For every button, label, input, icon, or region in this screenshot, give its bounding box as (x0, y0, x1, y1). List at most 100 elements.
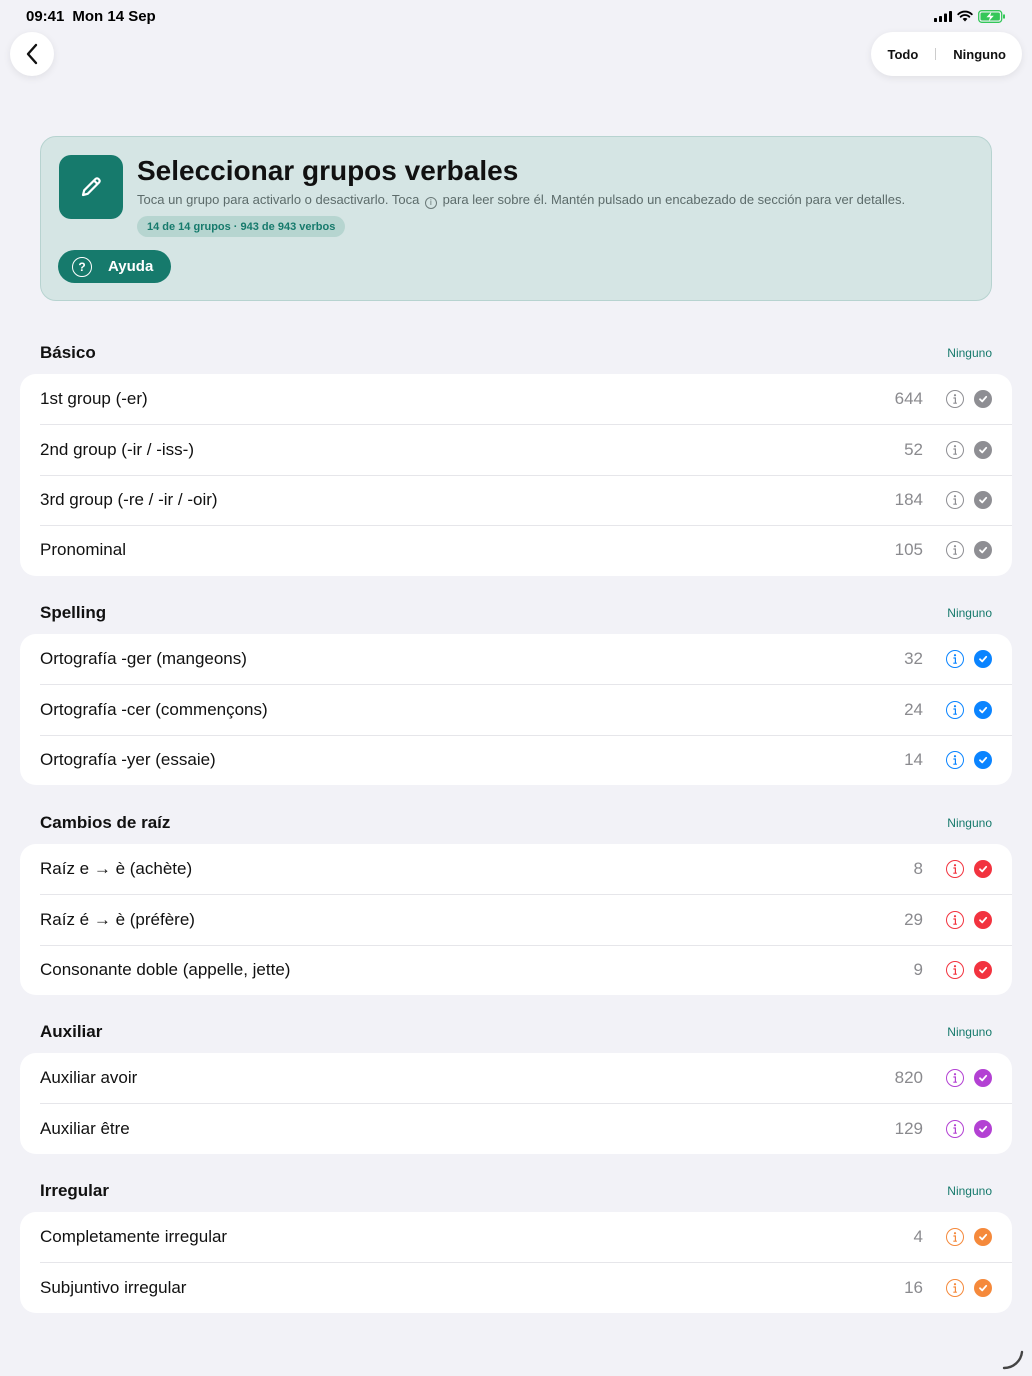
checkmark-circle-icon[interactable] (974, 541, 992, 560)
verb-count: 4 (913, 1227, 923, 1247)
verb-count: 16 (904, 1277, 923, 1297)
verb-count: 29 (904, 909, 923, 929)
checkmark-circle-icon[interactable] (974, 650, 992, 669)
status-icons (934, 9, 1006, 23)
verb-group-label: Pronominal (40, 540, 126, 560)
section-header[interactable]: Básico Ninguno (40, 341, 992, 365)
checkmark-circle-icon[interactable] (974, 860, 992, 879)
verb-count: 52 (904, 439, 923, 459)
verb-group-row[interactable]: 2nd group (-ir / -iss-) 52 (20, 424, 1012, 474)
wifi-icon (957, 10, 973, 22)
section-header[interactable]: Cambios de raíz Ninguno (40, 811, 992, 835)
help-button[interactable]: ? Ayuda (58, 250, 172, 283)
verb-count: 644 (894, 389, 923, 409)
checkmark-circle-icon[interactable] (974, 1119, 992, 1138)
page-subtitle: Toca un grupo para activarlo o desactiva… (137, 192, 905, 209)
info-icon[interactable] (946, 750, 964, 769)
checkmark-circle-icon[interactable] (974, 750, 992, 769)
verb-group-row[interactable]: 1st group (-er) 644 (20, 374, 1012, 424)
verb-group-row[interactable]: 3rd group (-re / -ir / -oir) 184 (20, 474, 1012, 525)
verb-group-label: Completamente irregular (40, 1227, 228, 1247)
verb-group-row[interactable]: Completamente irregular 4 (20, 1212, 1012, 1262)
verb-group-label: Ortografía -yer (essaie) (40, 749, 216, 769)
section-title: Spelling (40, 603, 107, 622)
checkmark-circle-icon[interactable] (974, 440, 992, 459)
verb-group-label: Ortografía -cer (commençons) (40, 699, 268, 719)
info-icon[interactable] (946, 1228, 964, 1247)
info-icon[interactable] (946, 440, 964, 459)
checkmark-circle-icon[interactable] (974, 490, 992, 509)
verb-group-label: 3rd group (-re / -ir / -oir) (40, 489, 218, 509)
section-card: Ortografía -ger (mangeons) 32 Ortografía -… (20, 634, 1012, 786)
verb-group-row[interactable]: Auxiliar être 129 (20, 1103, 1012, 1153)
verb-count: 820 (894, 1068, 923, 1088)
selection-summary-badge: 14 de 14 grupos · 943 de 943 verbos (137, 216, 346, 237)
status-bar: 09:41 Mon 14 Sep (0, 0, 1032, 32)
verb-group-row[interactable]: Pronominal 105 (20, 525, 1012, 575)
verb-group-row[interactable]: Auxiliar avoir 820 (20, 1053, 1012, 1103)
verb-group-label: Raíz e → è (achète) (40, 859, 193, 879)
back-button[interactable] (10, 32, 54, 76)
info-icon[interactable] (946, 960, 964, 979)
verb-group-label: Consonante doble (appelle, jette) (40, 959, 291, 979)
info-icon[interactable] (946, 390, 964, 409)
checkmark-circle-icon[interactable] (974, 1228, 992, 1247)
info-icon[interactable] (946, 910, 964, 929)
section-header[interactable]: Irregular Ninguno (40, 1179, 992, 1203)
verb-count: 8 (913, 859, 923, 879)
verb-group-row[interactable]: Ortografía -ger (mangeons) 32 (20, 634, 1012, 684)
select-none-button[interactable]: Ninguno (953, 47, 1006, 62)
verb-group-label: Raíz é → è (préfère) (40, 909, 195, 929)
verb-count: 184 (894, 489, 923, 509)
verb-group-row[interactable]: Raíz é → è (préfère) 29 (20, 894, 1012, 944)
chevron-left-icon (26, 43, 38, 65)
battery-charging-icon (978, 9, 1005, 23)
checkmark-circle-icon[interactable] (974, 390, 992, 409)
info-inline-icon: i (424, 196, 437, 209)
info-icon[interactable] (946, 1069, 964, 1088)
checkmark-circle-icon[interactable] (974, 1069, 992, 1088)
section-select-none-button[interactable]: Ninguno (947, 1184, 992, 1198)
verb-group-row[interactable]: Ortografía -cer (commençons) 24 (20, 684, 1012, 734)
verb-count: 24 (904, 699, 923, 719)
section-card: 1st group (-er) 644 2nd group (-ir / -iss-… (20, 374, 1012, 576)
info-icon[interactable] (946, 490, 964, 509)
info-icon[interactable] (946, 650, 964, 669)
verb-count: 32 (904, 649, 923, 669)
info-icon[interactable] (946, 1278, 964, 1297)
section-title: Básico (40, 343, 96, 362)
verb-count: 129 (894, 1118, 923, 1138)
verb-group-row[interactable]: Raíz e → è (achète) 8 (20, 844, 1012, 894)
verb-group-label: 2nd group (-ir / -iss-) (40, 439, 194, 459)
section-header[interactable]: Spelling Ninguno (40, 601, 992, 625)
checkmark-circle-icon[interactable] (974, 960, 992, 979)
section-title: Cambios de raíz (40, 813, 171, 832)
section-select-none-button[interactable]: Ninguno (947, 346, 992, 360)
info-icon[interactable] (946, 700, 964, 719)
verb-group-row[interactable]: Consonante doble (appelle, jette) 9 (20, 944, 1012, 995)
section-card: Auxiliar avoir 820 Auxiliar être 129 (20, 1053, 1012, 1154)
section-select-none-button[interactable]: Ninguno (947, 816, 992, 830)
subtitle-text-start: Toca un grupo para activarlo o desactiva… (137, 192, 420, 207)
select-all-button[interactable]: Todo (887, 47, 918, 62)
verb-group-label: Auxiliar être (40, 1118, 130, 1138)
section-card: Completamente irregular 4 Subjuntivo irreg… (20, 1212, 1012, 1313)
verb-group-label: Auxiliar avoir (40, 1068, 138, 1088)
info-icon[interactable] (946, 541, 964, 560)
cellular-signal-icon (934, 10, 952, 22)
select-all-none-control: Todo Ninguno (871, 32, 1022, 76)
section-header[interactable]: Auxiliar Ninguno (40, 1020, 992, 1044)
checkmark-circle-icon[interactable] (974, 700, 992, 719)
checkmark-circle-icon[interactable] (974, 1278, 992, 1297)
verb-group-row[interactable]: Ortografía -yer (essaie) 14 (20, 734, 1012, 785)
checkmark-circle-icon[interactable] (974, 910, 992, 929)
section-select-none-button[interactable]: Ninguno (947, 606, 992, 620)
segment-divider (935, 48, 937, 60)
page-title: Seleccionar grupos verbales (137, 155, 519, 186)
section-select-none-button[interactable]: Ninguno (947, 1025, 992, 1039)
question-circle-icon: ? (72, 256, 92, 277)
corner-indicator-icon (1002, 1350, 1024, 1370)
info-icon[interactable] (946, 1119, 964, 1138)
verb-group-row[interactable]: Subjuntivo irregular 16 (20, 1262, 1012, 1312)
info-icon[interactable] (946, 860, 964, 879)
